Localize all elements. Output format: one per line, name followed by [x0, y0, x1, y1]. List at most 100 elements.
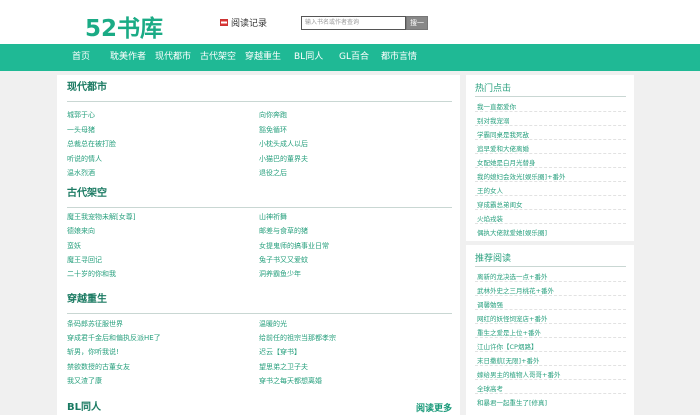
site-logo[interactable]: 52书库 — [85, 9, 163, 43]
book-link[interactable]: 穿书之每天都想离婚 — [259, 376, 322, 386]
hot-list-item[interactable]: 王的女人 — [477, 185, 503, 195]
section-title: 现代都市 — [67, 82, 107, 93]
search-input[interactable]: 输入书名或作者查询 — [301, 16, 406, 30]
book-link[interactable]: 女提鬼师的搞事业日常 — [259, 241, 329, 251]
list-separator — [475, 393, 626, 394]
section-divider — [67, 101, 452, 102]
book-link[interactable]: 一头母猪 — [67, 125, 95, 135]
book-link[interactable]: 穿成君千金后和偏执反派HE了 — [67, 333, 161, 343]
recommend-list-item[interactable]: 末日撒航[无限]+番外 — [477, 355, 540, 365]
section-urban: 现代都市 城郭于心 向你奔跑 一头母猪 豁免循环 总裁总在被打脸 小枕头成人以后… — [67, 81, 452, 181]
book-link[interactable]: 迟云【穿书】 — [259, 347, 301, 357]
nav-item-ancient[interactable]: 古代架空 — [200, 44, 236, 71]
book-link[interactable]: 德娘来向 — [67, 226, 95, 236]
section-ancient: 古代架空 魔王我宠物未解[女尊] 山神祈舞 德娘来向 邮差与食草的猪 蛮妖 女提… — [67, 187, 452, 287]
hot-list-item[interactable]: 穿成霸总弟闺女 — [477, 199, 523, 209]
recommend-list-item[interactable]: 江山许你【CP烟路】 — [477, 341, 537, 351]
list-separator — [475, 111, 626, 112]
list-separator — [475, 351, 626, 352]
list-separator — [475, 181, 626, 182]
book-link[interactable]: 二十岁的你和我 — [67, 269, 116, 279]
hot-list-item[interactable]: 学霸同桌是我死敌 — [477, 129, 529, 139]
list-separator — [475, 323, 626, 324]
list-separator — [475, 223, 626, 224]
book-link[interactable]: 温水烈酒 — [67, 168, 95, 178]
nav-item-urban[interactable]: 现代都市 — [155, 44, 191, 71]
recommend-list-item[interactable]: 调馨勉强 — [477, 299, 503, 309]
book-link[interactable]: 山神祈舞 — [259, 212, 287, 222]
hot-clicks-panel: 热门点击 我一直都爱你 别对我宠溺 学霸同桌是我死敌 追早爱和大佬离婚 女配她是… — [466, 75, 634, 241]
list-separator — [475, 337, 626, 338]
hot-list-item[interactable]: 我一直都爱你 — [477, 101, 516, 111]
recommend-list-item[interactable]: 武林外史之三月桃花+番外 — [477, 285, 554, 295]
main-content: 现代都市 城郭于心 向你奔跑 一头母猪 豁免循环 总裁总在被打脸 小枕头成人以后… — [57, 75, 460, 415]
book-link[interactable]: 斩男，你听我说! — [67, 347, 119, 357]
book-link[interactable]: 魔王我宠物未解[女尊] — [67, 212, 135, 222]
book-link[interactable]: 城郭于心 — [67, 110, 95, 120]
recommend-list-item[interactable]: 嫁给男主的植物人哥哥+番外 — [477, 369, 560, 379]
nav-item-rebirth[interactable]: 穿越重生 — [245, 44, 281, 71]
book-link[interactable]: 我又渣了康 — [67, 376, 102, 386]
list-separator — [475, 167, 626, 168]
book-link[interactable]: 邮差与食草的猪 — [259, 226, 308, 236]
hot-list-item[interactable]: 女配她是白月光替身 — [477, 157, 536, 167]
list-separator — [475, 195, 626, 196]
hot-list-item[interactable]: 追早爱和大佬离婚 — [477, 143, 529, 153]
book-link[interactable]: 小猫巴的董界夫 — [259, 154, 308, 164]
list-separator — [475, 209, 626, 210]
panel-title: 推荐阅读 — [475, 254, 512, 264]
nav-item-home[interactable]: 首页 — [72, 44, 90, 71]
section-rebirth: 穿越重生 条码郎苏征服世界 温暖的光 穿成君千金后和偏执反派HE了 给前任的祖宗… — [67, 293, 452, 393]
book-link[interactable]: 温暖的光 — [259, 319, 287, 329]
list-separator — [475, 379, 626, 380]
book-link[interactable]: 望思弟之卫子夫 — [259, 362, 308, 372]
list-separator — [475, 125, 626, 126]
book-link[interactable]: 洞养霸鱼少年 — [259, 269, 301, 279]
panel-divider — [475, 96, 626, 97]
nav-item-gl[interactable]: GL百合 — [339, 44, 369, 71]
section-title: 穿越重生 — [67, 294, 107, 305]
book-link[interactable]: 禁欲数授的古董女友 — [67, 362, 130, 372]
panel-title: 热门点击 — [475, 84, 512, 94]
book-link[interactable]: 听说的情人 — [67, 154, 102, 164]
list-separator — [475, 281, 626, 282]
section-title: BL同人 — [67, 402, 101, 413]
list-separator — [475, 309, 626, 310]
hot-list-item[interactable]: 别对我宠溺 — [477, 115, 510, 125]
nav-item-bl[interactable]: BL同人 — [294, 44, 323, 71]
hot-list-item[interactable]: 火焰戎装 — [477, 213, 503, 223]
book-link[interactable]: 蛮妖 — [67, 241, 81, 251]
recommend-list-item[interactable]: 离新的龙决选一点+番外 — [477, 271, 547, 281]
section-title: 古代架空 — [67, 188, 107, 199]
book-link[interactable]: 给前任的祖宗当那都孝宗 — [259, 333, 336, 343]
book-link[interactable]: 兔子书又又爱蚊 — [259, 255, 308, 265]
recommend-list-item[interactable]: 全球高考 — [477, 383, 503, 393]
panel-divider — [475, 266, 626, 267]
main-nav: 首页 耽美作者 现代都市 古代架空 穿越重生 BL同人 GL百合 都市言情 — [0, 44, 700, 71]
nav-item-authors[interactable]: 耽美作者 — [110, 44, 146, 71]
hot-list-item[interactable]: 我的媳妇会效光[娱乐圈]+番外 — [477, 171, 566, 181]
flag-icon — [220, 19, 228, 26]
recommend-list-item[interactable]: 网红的妖怪饲宠店+番外 — [477, 313, 547, 323]
book-link[interactable]: 魔王寻回记 — [67, 255, 102, 265]
book-link[interactable]: 退役之后 — [259, 168, 287, 178]
header: 52书库 阅读记录 输入书名或作者查询 搜一下 — [0, 0, 700, 44]
recommend-list-item[interactable]: 重生之爱是上位+番外 — [477, 327, 541, 337]
reading-history-label: 阅读记录 — [231, 19, 268, 29]
read-more-link[interactable]: 阅读更多 — [416, 401, 452, 414]
recommend-panel: 推荐阅读 离新的龙决选一点+番外 武林外史之三月桃花+番外 调馨勉强 网红的妖怪… — [466, 245, 634, 415]
section-divider — [67, 207, 452, 208]
book-link[interactable]: 条码郎苏征服世界 — [67, 319, 123, 329]
list-separator — [475, 295, 626, 296]
search-button[interactable]: 搜一下 — [406, 16, 428, 39]
list-separator — [475, 365, 626, 366]
book-link[interactable]: 总裁总在被打脸 — [67, 139, 116, 149]
book-link[interactable]: 豁免循环 — [259, 125, 287, 135]
hot-list-item[interactable]: 偶执大佬就爱她[娱乐圈] — [477, 227, 547, 237]
recommend-list-item[interactable]: 和暴君一起重生了[修真] — [477, 397, 547, 407]
book-link[interactable]: 小枕头成人以后 — [259, 139, 308, 149]
section-bl: BL同人 — [67, 401, 452, 415]
reading-history-link[interactable]: 阅读记录 — [220, 16, 267, 29]
nav-item-romance[interactable]: 都市言情 — [381, 44, 417, 71]
book-link[interactable]: 向你奔跑 — [259, 110, 287, 120]
